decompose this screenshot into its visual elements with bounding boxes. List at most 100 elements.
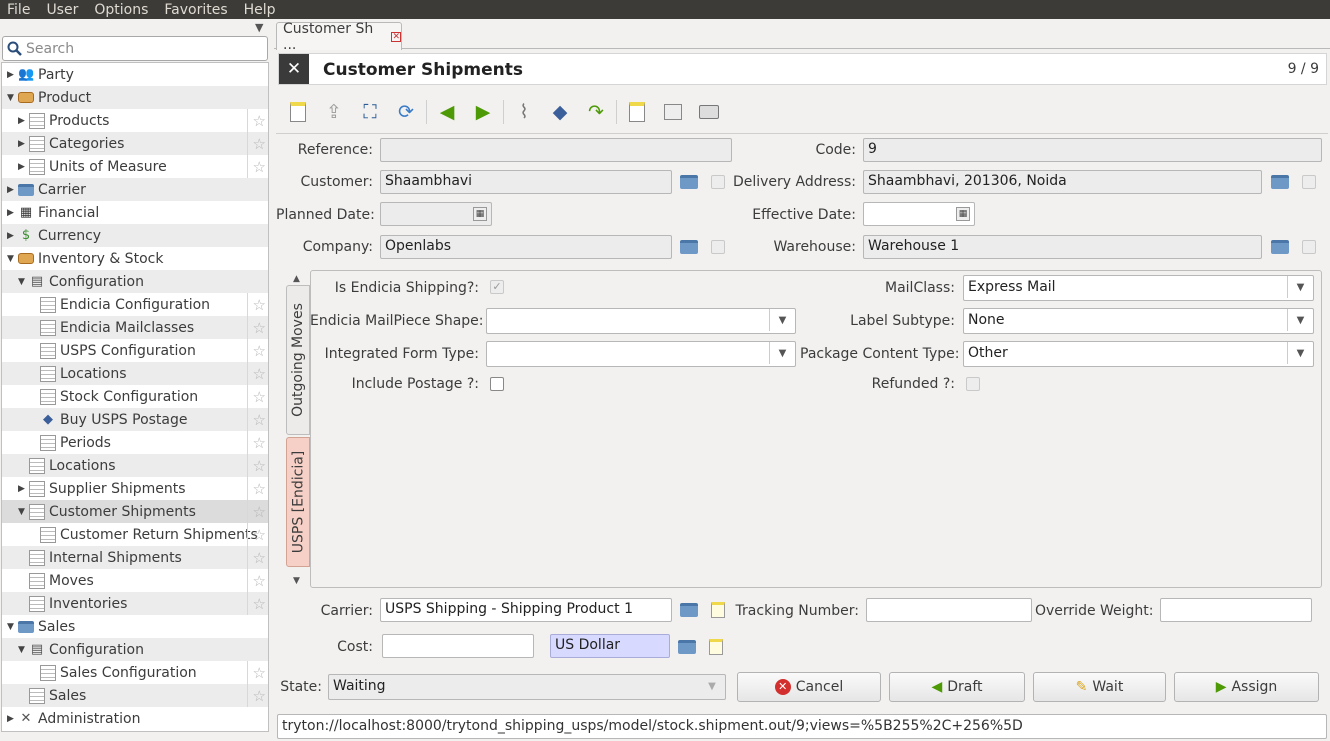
include-postage-checkbox[interactable] bbox=[490, 377, 504, 391]
tree-row-units-of-measure[interactable]: ▶ Units of Measure ☆ bbox=[2, 155, 268, 178]
favorite-star-icon[interactable]: ☆ bbox=[253, 135, 266, 153]
tree-row-internal-shipments[interactable]: Internal Shipments ☆ bbox=[2, 546, 268, 569]
expander-icon[interactable]: ▶ bbox=[16, 139, 27, 149]
is-endicia-checkbox[interactable]: ✓ bbox=[490, 280, 504, 294]
delivery-address-new-icon[interactable] bbox=[1302, 175, 1316, 189]
tree-row-administration[interactable]: ▶ ✕ Administration bbox=[2, 707, 268, 730]
tree-row-carrier[interactable]: ▶ Carrier bbox=[2, 178, 268, 201]
tree-row-inventory-stock[interactable]: ▼ Inventory & Stock bbox=[2, 247, 268, 270]
tab-customer-shipments[interactable]: Customer Sh ... ✕ bbox=[276, 21, 402, 53]
tree-row-usps-configuration[interactable]: USPS Configuration ☆ bbox=[2, 339, 268, 362]
tree-row-products[interactable]: ▶ Products ☆ bbox=[2, 109, 268, 132]
favorite-star-icon[interactable]: ☆ bbox=[253, 503, 266, 521]
warehouse-open-icon[interactable] bbox=[1271, 240, 1289, 254]
menu-file[interactable]: File bbox=[0, 2, 38, 18]
expander-icon[interactable]: ▶ bbox=[16, 484, 27, 494]
cost-field[interactable] bbox=[382, 634, 534, 658]
tree-row-locations[interactable]: Locations ☆ bbox=[2, 362, 268, 385]
tree-row-categories[interactable]: ▶ Categories ☆ bbox=[2, 132, 268, 155]
menu-user[interactable]: User bbox=[38, 2, 86, 18]
cancel-button[interactable]: ✕ Cancel bbox=[737, 672, 881, 702]
company-field[interactable]: Openlabs bbox=[380, 235, 672, 259]
delivery-address-open-icon[interactable] bbox=[1271, 175, 1289, 189]
favorite-star-icon[interactable]: ☆ bbox=[253, 112, 266, 130]
url-field[interactable]: tryton://localhost:8000/trytond_shipping… bbox=[277, 714, 1327, 739]
scroll-up-icon[interactable]: ▲ bbox=[293, 274, 300, 284]
next-button[interactable]: ▶ bbox=[465, 95, 501, 129]
expanded-icon[interactable]: ▼ bbox=[16, 507, 27, 517]
favorite-star-icon[interactable]: ☆ bbox=[253, 296, 266, 314]
expanded-icon[interactable]: ▼ bbox=[16, 277, 27, 287]
print-button[interactable] bbox=[691, 95, 727, 129]
menu-help[interactable]: Help bbox=[236, 2, 284, 18]
refunded-checkbox[interactable] bbox=[966, 377, 980, 391]
tree-row-currency[interactable]: ▶ $ Currency bbox=[2, 224, 268, 247]
tree-row-buy-usps-postage[interactable]: ◆ Buy USPS Postage ☆ bbox=[2, 408, 268, 431]
currency-field[interactable]: US Dollar bbox=[550, 634, 670, 658]
override-weight-field[interactable] bbox=[1160, 598, 1312, 622]
favorite-star-icon[interactable]: ☆ bbox=[253, 526, 266, 544]
close-icon[interactable]: ✕ bbox=[391, 31, 401, 42]
tree-row-endicia-configuration[interactable]: Endicia Configuration ☆ bbox=[2, 293, 268, 316]
expander-icon[interactable]: ▶ bbox=[5, 208, 16, 218]
relate-button[interactable]: ↷ bbox=[578, 95, 614, 129]
expanded-icon[interactable]: ▼ bbox=[5, 622, 16, 632]
tab-outgoing-moves[interactable]: Outgoing Moves bbox=[286, 285, 310, 435]
tracking-number-field[interactable] bbox=[866, 598, 1032, 622]
switch-view-button[interactable]: ⛶ bbox=[352, 95, 388, 129]
menu-favorites[interactable]: Favorites bbox=[156, 2, 235, 18]
expanded-icon[interactable]: ▼ bbox=[16, 645, 27, 655]
email-button[interactable] bbox=[655, 95, 691, 129]
customer-field[interactable]: Shaambhavi bbox=[380, 170, 672, 194]
tab-usps-endicia[interactable]: USPS [Endicia] bbox=[286, 437, 310, 567]
company-new-icon[interactable] bbox=[711, 240, 725, 254]
expander-icon[interactable]: ▶ bbox=[16, 162, 27, 172]
favorite-star-icon[interactable]: ☆ bbox=[253, 457, 266, 475]
favorite-star-icon[interactable]: ☆ bbox=[253, 342, 266, 360]
save-button[interactable]: ⇪ bbox=[316, 95, 352, 129]
favorite-star-icon[interactable]: ☆ bbox=[253, 595, 266, 613]
search-input[interactable]: Search bbox=[2, 36, 268, 61]
customer-open-icon[interactable] bbox=[680, 175, 698, 189]
report-button[interactable] bbox=[619, 95, 655, 129]
expander-icon[interactable]: ▶ bbox=[16, 116, 27, 126]
draft-button[interactable]: ◀ Draft bbox=[889, 672, 1025, 702]
mailpiece-shape-select[interactable]: ▼ bbox=[486, 308, 796, 334]
tree-row-supplier-shipments[interactable]: ▶ Supplier Shipments ☆ bbox=[2, 477, 268, 500]
tree-row-sales-configuration[interactable]: Sales Configuration ☆ bbox=[2, 661, 268, 684]
attachment-button[interactable]: ⌇ bbox=[506, 95, 542, 129]
favorite-star-icon[interactable]: ☆ bbox=[253, 572, 266, 590]
tree-row-periods[interactable]: Periods ☆ bbox=[2, 431, 268, 454]
favorite-star-icon[interactable]: ☆ bbox=[253, 365, 266, 383]
reload-button[interactable]: ⟳ bbox=[388, 95, 424, 129]
mailclass-select[interactable]: Express Mail ▼ bbox=[963, 275, 1314, 301]
expander-icon[interactable]: ▶ bbox=[5, 70, 16, 80]
tree-row-configuration[interactable]: ▼ ▤ Configuration bbox=[2, 638, 268, 661]
tree-row-party[interactable]: ▶ 👥 Party bbox=[2, 63, 268, 86]
scroll-down-icon[interactable]: ▼ bbox=[293, 576, 300, 586]
tree-row-sales[interactable]: Sales ☆ bbox=[2, 684, 268, 707]
expander-icon[interactable]: ▶ bbox=[5, 185, 16, 195]
menu-options[interactable]: Options bbox=[86, 2, 156, 18]
carrier-field[interactable]: USPS Shipping - Shipping Product 1 bbox=[380, 598, 672, 622]
reference-field[interactable] bbox=[380, 138, 732, 162]
tree-row-customer-return-shipments[interactable]: Customer Return Shipments ☆ bbox=[2, 523, 268, 546]
favorite-star-icon[interactable]: ☆ bbox=[253, 158, 266, 176]
warehouse-field[interactable]: Warehouse 1 bbox=[863, 235, 1262, 259]
package-content-select[interactable]: Other ▼ bbox=[963, 341, 1314, 367]
tree-row-financial[interactable]: ▶ ▦ Financial bbox=[2, 201, 268, 224]
warehouse-new-icon[interactable] bbox=[1302, 240, 1316, 254]
favorite-star-icon[interactable]: ☆ bbox=[253, 388, 266, 406]
expander-icon[interactable]: ▶ bbox=[5, 231, 16, 241]
tree-row-endicia-mailclasses[interactable]: Endicia Mailclasses ☆ bbox=[2, 316, 268, 339]
tree-row-customer-shipments[interactable]: ▼ Customer Shipments ☆ bbox=[2, 500, 268, 523]
sidebar-collapse-icon[interactable]: ▼ bbox=[255, 21, 263, 34]
delivery-address-field[interactable]: Shaambhavi, 201306, Noida bbox=[863, 170, 1262, 194]
expanded-icon[interactable]: ▼ bbox=[5, 93, 16, 103]
favorite-star-icon[interactable]: ☆ bbox=[253, 411, 266, 429]
previous-button[interactable]: ◀ bbox=[429, 95, 465, 129]
wait-button[interactable]: ✎ Wait bbox=[1033, 672, 1166, 702]
expanded-icon[interactable]: ▼ bbox=[5, 254, 16, 264]
label-subtype-select[interactable]: None ▼ bbox=[963, 308, 1314, 334]
favorite-star-icon[interactable]: ☆ bbox=[253, 687, 266, 705]
